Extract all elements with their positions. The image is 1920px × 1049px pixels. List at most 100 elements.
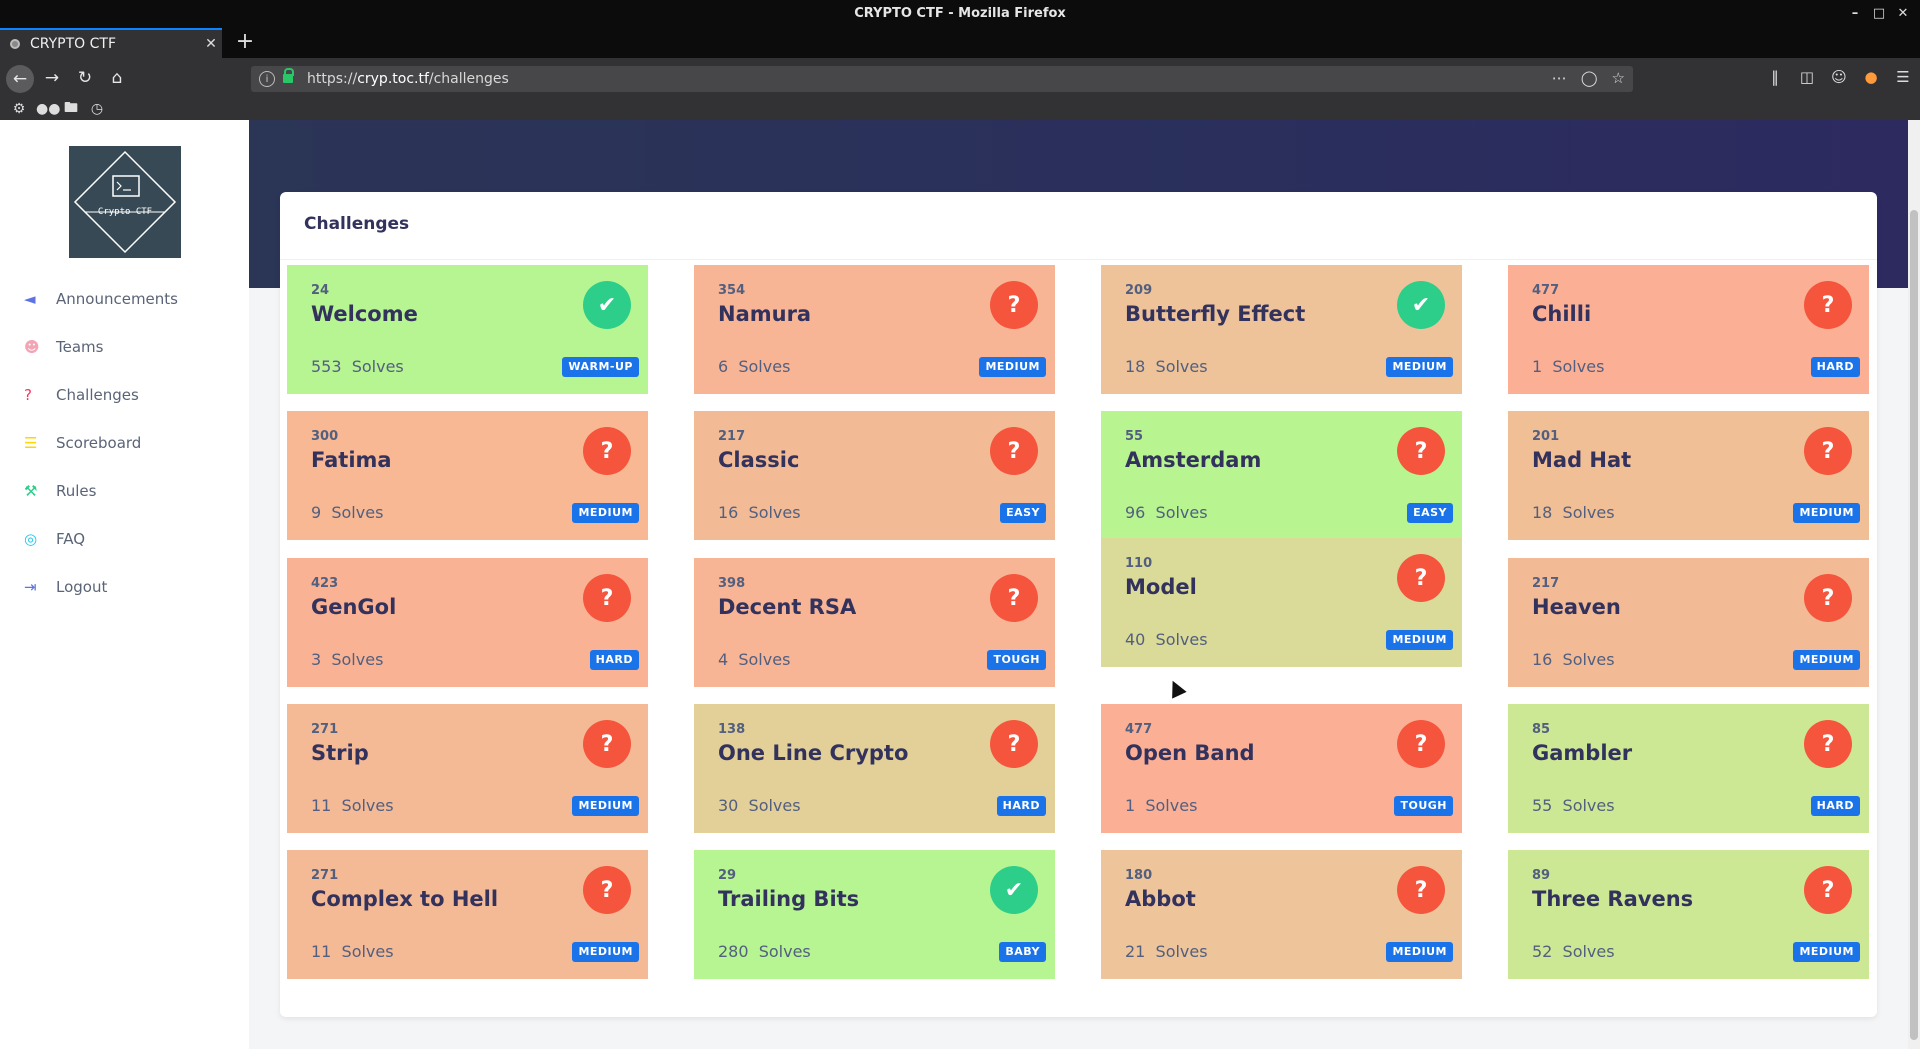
folder-icon[interactable]: 🖿 — [62, 97, 80, 121]
arrow-left-icon: ← — [12, 69, 28, 89]
challenge-solves: 11 Solves — [311, 796, 394, 815]
challenge-card[interactable]: 271 Strip 11 Solves? MEDIUM — [287, 704, 648, 833]
question-icon: ? — [1397, 427, 1445, 475]
pocket-icon[interactable]: ◯ — [1581, 69, 1598, 87]
mask-icon[interactable]: ●● — [36, 101, 60, 117]
challenge-solves: 52 Solves — [1532, 942, 1615, 961]
challenge-card[interactable]: 110 Model 40 Solves? MEDIUM — [1101, 538, 1462, 667]
sidebar-item-scoreboard[interactable]: ☰ Scoreboard — [0, 419, 249, 467]
solves-count: 55 — [1532, 796, 1553, 815]
solves-count: 6 — [718, 357, 729, 376]
solves-count: 18 — [1125, 357, 1146, 376]
scrollbar-thumb[interactable] — [1910, 210, 1918, 1040]
challenge-solves: 6 Solves — [718, 357, 790, 376]
page-scrollbar[interactable] — [1908, 120, 1920, 1049]
account-icon[interactable]: ☺ — [1830, 68, 1848, 86]
solves-count: 30 — [718, 796, 739, 815]
sidebar-item-label: Scoreboard — [56, 434, 142, 452]
maximize-icon[interactable]: □ — [1872, 6, 1886, 21]
url-text[interactable]: https://cryp.toc.tf/challenges — [307, 71, 509, 87]
challenge-points: 271 — [311, 868, 339, 883]
difficulty-badge: HARD — [1810, 357, 1860, 377]
challenge-name: Amsterdam — [1125, 448, 1262, 472]
solves-label: Solves — [748, 503, 801, 522]
challenge-points: 477 — [1532, 283, 1560, 298]
window-title: CRYPTO CTF - Mozilla Firefox — [854, 6, 1066, 21]
back-button[interactable]: ← — [6, 65, 34, 93]
extension-icon[interactable]: ● — [1862, 68, 1880, 86]
challenge-card[interactable]: 300 Fatima 9 Solves? MEDIUM — [287, 411, 648, 540]
challenge-solves: 1 Solves — [1125, 796, 1197, 815]
challenge-points: 271 — [311, 722, 339, 737]
difficulty-badge: EASY — [1000, 503, 1046, 523]
challenge-card[interactable]: 85 Gambler 55 Solves? HARD — [1508, 704, 1869, 833]
difficulty-badge: MEDIUM — [1386, 357, 1453, 377]
check-icon: ✔ — [990, 866, 1038, 914]
library-icon[interactable]: ‖ — [1766, 68, 1784, 86]
question-icon: ? — [1397, 720, 1445, 768]
sidebar-item-label: Logout — [56, 578, 108, 596]
sidebar-item-challenges[interactable]: ? Challenges — [0, 371, 249, 419]
forward-button[interactable]: → — [40, 66, 64, 90]
challenge-card[interactable]: 89 Three Ravens 52 Solves? MEDIUM — [1508, 850, 1869, 979]
list-icon: ☰ — [24, 434, 38, 452]
info-icon[interactable]: i — [259, 71, 275, 87]
challenge-name: Complex to Hell — [311, 887, 499, 911]
challenge-name: Open Band — [1125, 741, 1255, 765]
challenge-solves: 40 Solves — [1125, 630, 1208, 649]
difficulty-badge: MEDIUM — [1386, 630, 1453, 650]
difficulty-badge: MEDIUM — [572, 796, 639, 816]
challenge-card[interactable]: 477 Chilli 1 Solves? HARD — [1508, 265, 1869, 394]
challenge-card[interactable]: 55 Amsterdam 96 Solves? EASY — [1101, 411, 1462, 540]
solves-count: 16 — [718, 503, 739, 522]
compass-icon: ◎ — [24, 530, 38, 548]
challenge-card[interactable]: 24 Welcome 553 Solves ✔ WARM-UP — [287, 265, 648, 394]
challenge-name: Mad Hat — [1532, 448, 1632, 472]
sidebar-item-announcements[interactable]: ◄ Announcements — [0, 275, 249, 323]
site-logo[interactable]: Crypto CTF — [69, 146, 181, 258]
panel-divider — [280, 259, 1877, 260]
minimize-icon[interactable]: – — [1848, 6, 1862, 21]
sidebar-item-teams[interactable]: ☻ Teams — [0, 323, 249, 371]
challenge-card[interactable]: 180 Abbot 21 Solves? MEDIUM — [1101, 850, 1462, 979]
browser-tab-active[interactable]: CRYPTO CTF ✕ — [0, 28, 222, 58]
question-icon: ? — [990, 427, 1038, 475]
sidebar-item-rules[interactable]: ⚒ Rules — [0, 467, 249, 515]
difficulty-badge: EASY — [1407, 503, 1453, 523]
sidebar-item-faq[interactable]: ◎ FAQ — [0, 515, 249, 563]
challenge-points: 89 — [1532, 868, 1551, 883]
close-tab-icon[interactable]: ✕ — [200, 36, 222, 52]
question-icon: ? — [1804, 720, 1852, 768]
sidebar-item-label: Teams — [56, 338, 104, 356]
url-bar[interactable]: i https://cryp.toc.tf/challenges ⋯ ◯ ☆ — [251, 66, 1633, 92]
solves-label: Solves — [1552, 357, 1605, 376]
reload-button[interactable]: ↻ — [73, 66, 97, 90]
challenge-card[interactable]: 477 Open Band 1 Solves? TOUGH — [1101, 704, 1462, 833]
logout-icon: ⇥ — [24, 578, 37, 596]
solves-label: Solves — [1155, 357, 1208, 376]
page-actions-icon[interactable]: ⋯ — [1552, 69, 1567, 87]
challenge-card[interactable]: 354 Namura 6 Solves? MEDIUM — [694, 265, 1055, 394]
new-tab-button[interactable]: + — [230, 28, 260, 58]
sidebar-item-logout[interactable]: ⇥ Logout — [0, 563, 249, 611]
challenge-card[interactable]: 271 Complex to Hell 11 Solves? MEDIUM — [287, 850, 648, 979]
solves-label: Solves — [1562, 503, 1615, 522]
challenge-card[interactable]: 398 Decent RSA 4 Solves? TOUGH — [694, 558, 1055, 687]
bookmark-star-icon[interactable]: ☆ — [1612, 69, 1625, 87]
challenge-card[interactable]: 29 Trailing Bits 280 Solves ✔ BABY — [694, 850, 1055, 979]
hamburger-menu-icon[interactable]: ☰ — [1894, 68, 1912, 86]
close-window-icon[interactable]: ✕ — [1896, 6, 1910, 21]
sidebar-toggle-icon[interactable]: ◫ — [1798, 68, 1816, 86]
history-clock-icon[interactable]: ◷ — [88, 101, 106, 117]
question-icon: ? — [24, 386, 32, 404]
challenge-card[interactable]: 423 GenGol 3 Solves? HARD — [287, 558, 648, 687]
home-button[interactable]: ⌂ — [105, 66, 129, 90]
challenge-card[interactable]: 138 One Line Crypto 30 Solves? HARD — [694, 704, 1055, 833]
solves-count: 40 — [1125, 630, 1146, 649]
challenge-card[interactable]: 217 Classic 16 Solves? EASY — [694, 411, 1055, 540]
challenge-card[interactable]: 209 Butterfly Effect 18 Solves ✔ MEDIUM — [1101, 265, 1462, 394]
difficulty-badge: MEDIUM — [979, 357, 1046, 377]
challenge-card[interactable]: 217 Heaven 16 Solves? MEDIUM — [1508, 558, 1869, 687]
challenge-card[interactable]: 201 Mad Hat 18 Solves? MEDIUM — [1508, 411, 1869, 540]
settings-gear-icon[interactable]: ⚙ — [10, 101, 28, 117]
